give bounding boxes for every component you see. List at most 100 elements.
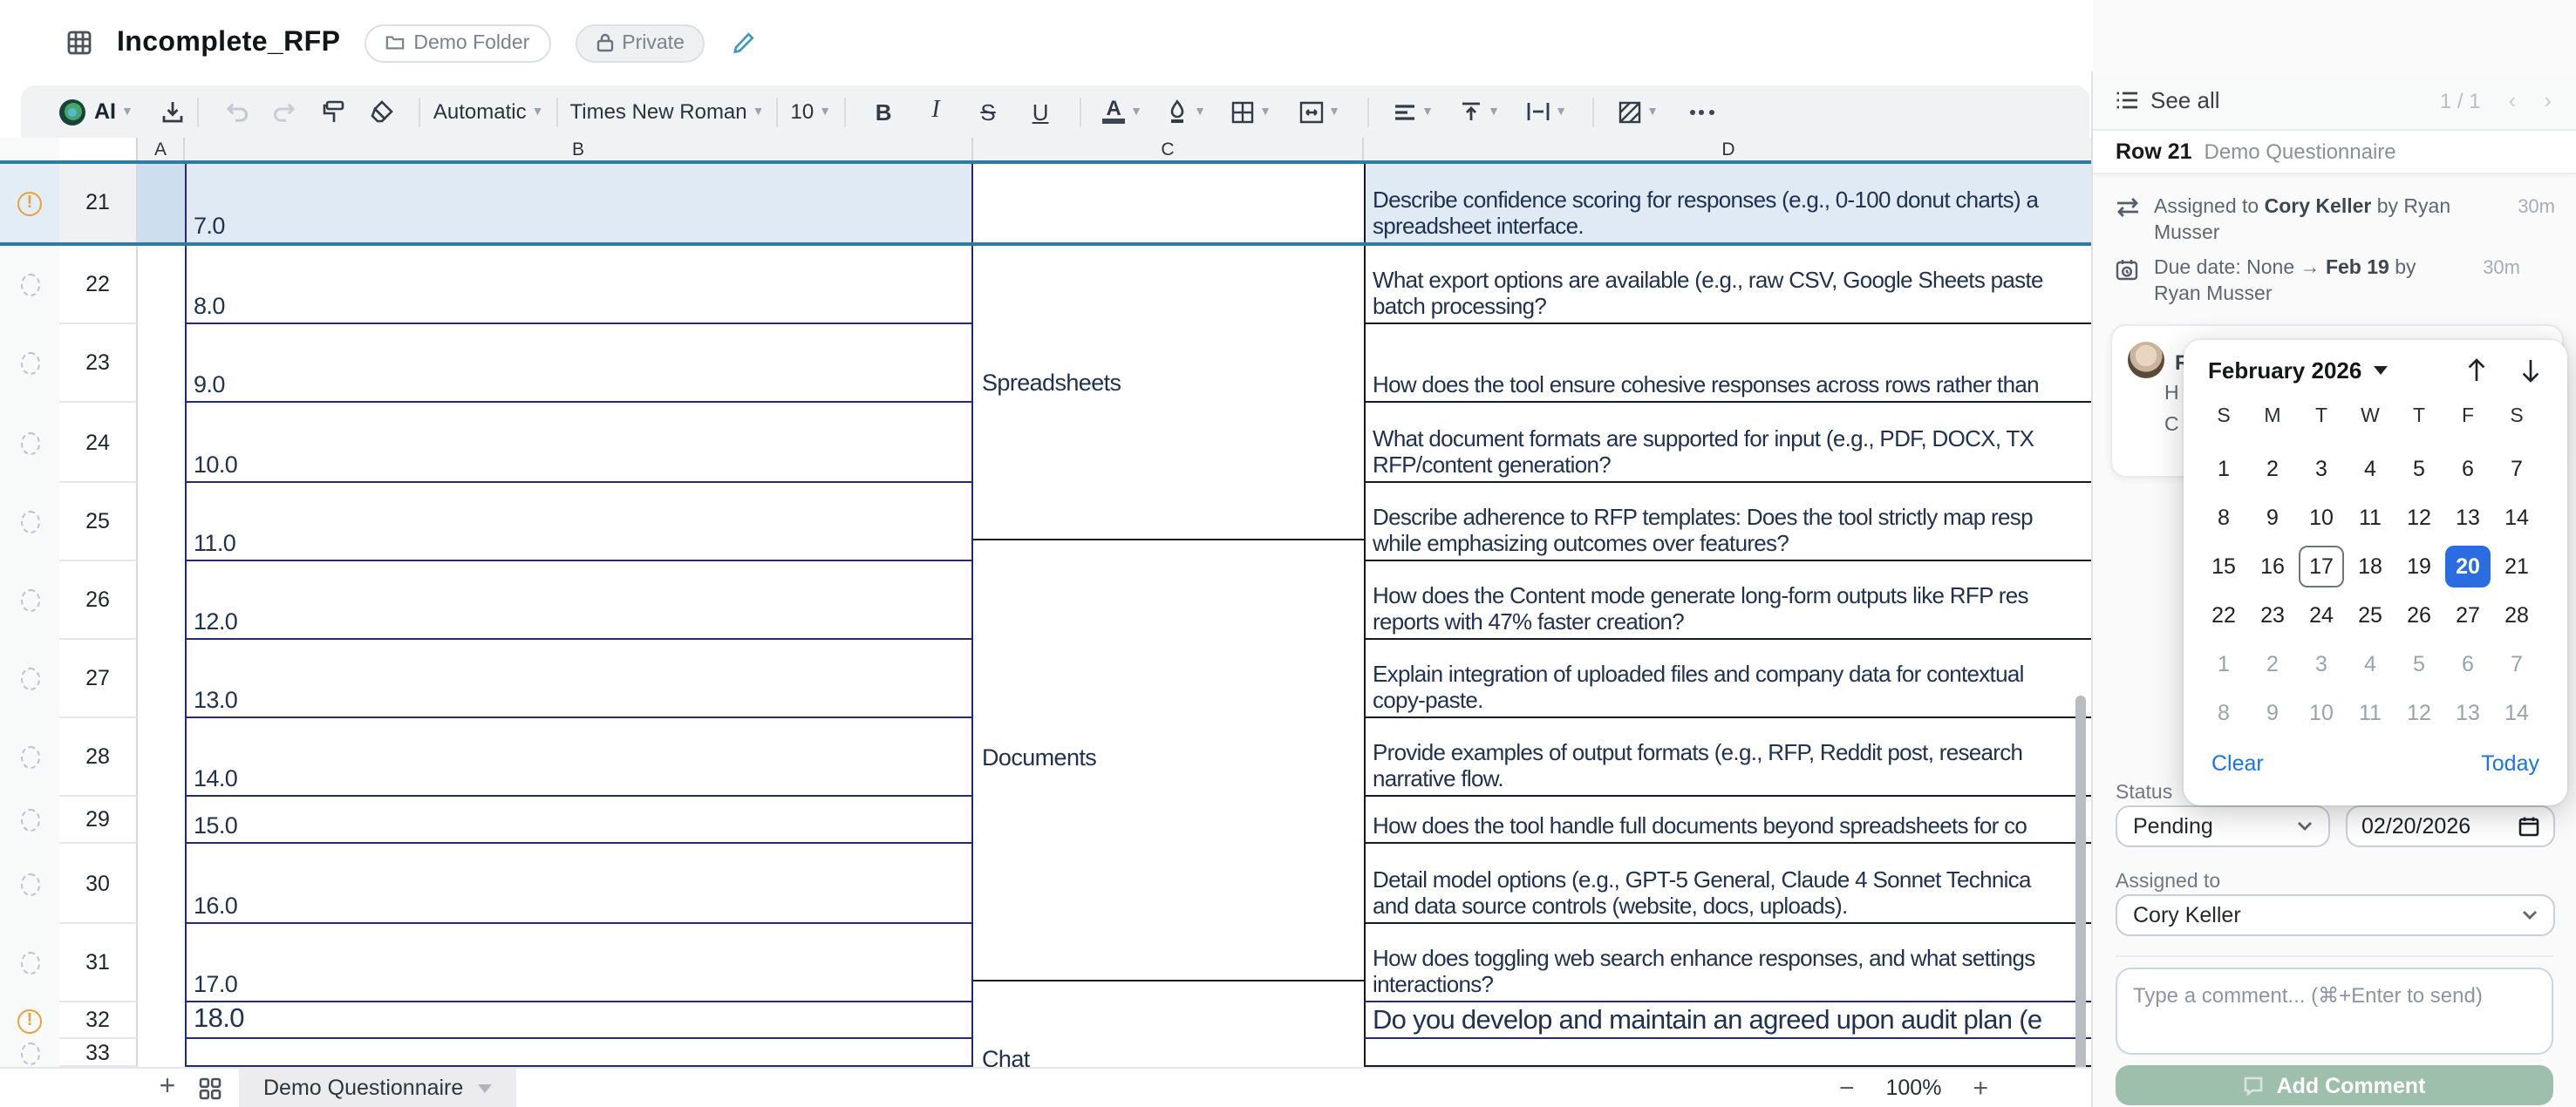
calendar-day[interactable]: 14 [2494,497,2539,539]
calendar-day[interactable]: 2 [2250,448,2295,490]
pending-circle-icon[interactable] [20,668,39,690]
strikethrough-button[interactable]: S [962,91,1014,132]
calendar-day[interactable]: 8 [2201,692,2246,734]
calendar-day[interactable]: 7 [2494,448,2539,490]
calendar-day[interactable]: 4 [2348,448,2393,490]
sheet-list-button[interactable] [199,1076,221,1099]
row-status-cell[interactable] [0,640,59,718]
underline-button[interactable]: U [1014,91,1067,132]
row-status-cell[interactable] [0,1039,59,1067]
pending-circle-icon[interactable] [20,589,39,612]
month-year-label[interactable]: February 2026 [2208,357,2361,384]
row-header[interactable]: 23 [59,324,138,403]
cell-a[interactable] [138,483,185,561]
cell-b[interactable]: 17.0 [185,924,973,1002]
cell-d[interactable]: Provide examples of output formats (e.g.… [1364,718,2093,797]
column-header-c[interactable]: C [973,138,1364,162]
pending-circle-icon[interactable] [20,746,39,769]
cell-d[interactable]: Detail model options (e.g., GPT-5 Genera… [1364,844,2093,924]
calendar-day[interactable]: 11 [2348,497,2393,539]
calendar-day[interactable]: 15 [2201,546,2246,587]
calendar-day[interactable]: 3 [2299,643,2344,685]
cell-a[interactable] [138,640,185,718]
row-header[interactable]: 22 [59,244,138,324]
row-status-cell[interactable] [0,561,59,640]
rename-pencil-icon[interactable] [733,31,756,54]
zoom-out-button[interactable]: − [1839,1073,1855,1103]
calendar-day[interactable]: 24 [2299,594,2344,636]
next-row-button[interactable]: › [2544,87,2552,113]
row-header[interactable]: 27 [59,640,138,718]
cell-a[interactable] [138,162,185,244]
undo-button[interactable] [212,91,261,132]
row-status-cell[interactable] [0,483,59,561]
vertical-align-button[interactable]: ▼ [1447,91,1513,132]
row-header[interactable]: 28 [59,718,138,797]
pending-circle-icon[interactable] [20,511,39,533]
row-header[interactable]: 21 [59,162,138,244]
calendar-day[interactable]: 23 [2250,594,2295,636]
calendar-day[interactable]: 13 [2445,692,2491,734]
prev-row-button[interactable]: ‹ [2509,87,2517,113]
cell-b[interactable]: 8.0 [185,244,973,324]
calendar-day[interactable]: 12 [2396,497,2442,539]
next-month-icon[interactable] [2518,357,2543,384]
calendar-day[interactable]: 6 [2445,643,2491,685]
calendar-day[interactable]: 21 [2494,546,2539,587]
row-status-cell[interactable] [0,844,59,924]
cell-d[interactable]: Do you develop and maintain an agreed up… [1364,1002,2093,1039]
cell-b[interactable]: 18.0 [185,1002,973,1039]
redo-button[interactable] [261,91,310,132]
row-status-cell[interactable]: ! [0,1002,59,1039]
calendar-day[interactable]: 11 [2348,692,2393,734]
cell-d[interactable]: How does the tool handle full documents … [1364,797,2093,844]
row-header[interactable]: 25 [59,483,138,561]
cell-b[interactable]: 16.0 [185,844,973,924]
cell-b[interactable]: 12.0 [185,561,973,640]
calendar-day[interactable]: 26 [2396,594,2442,636]
row-status-cell[interactable] [0,244,59,324]
calendar-day[interactable]: 19 [2396,546,2442,587]
pending-circle-icon[interactable] [20,1042,39,1064]
calendar-day[interactable]: 10 [2299,692,2344,734]
cell-d[interactable]: What document formats are supported for … [1364,403,2093,483]
tab-menu-icon[interactable] [477,1083,491,1092]
cell-a[interactable] [138,844,185,924]
column-header-d[interactable]: D [1364,138,2093,162]
today-link[interactable]: Today [2481,751,2539,776]
fill-color-button[interactable]: ▼ [1152,91,1218,132]
see-all-button[interactable]: See all [2116,87,2220,113]
borders-button[interactable]: ▼ [1218,91,1285,132]
cell-a[interactable] [138,718,185,797]
row-status-cell[interactable] [0,718,59,797]
row-header[interactable]: 30 [59,844,138,924]
row-status-cell[interactable] [0,797,59,844]
more-options-button[interactable] [1672,91,1731,132]
calendar-day[interactable]: 10 [2299,497,2344,539]
select-all-corner[interactable] [59,138,138,162]
pending-circle-icon[interactable] [20,809,39,832]
horizontal-align-button[interactable]: ▼ [1380,91,1447,132]
calendar-day[interactable]: 22 [2201,594,2246,636]
cell-b[interactable]: 10.0 [185,403,973,483]
cell-a[interactable] [138,1002,185,1039]
calendar-day-today[interactable]: 17 [2299,546,2344,587]
column-header-b[interactable]: B [185,138,973,162]
calendar-day[interactable]: 1 [2201,643,2246,685]
calendar-day[interactable]: 16 [2250,546,2295,587]
row-header[interactable]: 26 [59,561,138,640]
pending-circle-icon[interactable] [20,431,39,454]
pending-circle-icon[interactable] [20,952,39,975]
cell-b[interactable]: 9.0 [185,324,973,403]
cell-d[interactable]: Describe adherence to RFP templates: Doe… [1364,483,2093,561]
row-header[interactable]: 24 [59,403,138,483]
clear-format-button[interactable] [358,91,407,132]
calendar-day[interactable]: 25 [2348,594,2393,636]
pending-circle-icon[interactable] [20,873,39,895]
cell-d[interactable]: Describe confidence scoring for response… [1364,162,2093,244]
calendar-day[interactable]: 12 [2396,692,2442,734]
cell-d[interactable]: How does the tool ensure cohesive respon… [1364,324,2093,403]
ai-button[interactable]: AI ▼ [59,91,133,132]
folder-badge[interactable]: Demo Folder [365,24,550,62]
text-wrap-button[interactable]: ▼ [1513,91,1579,132]
